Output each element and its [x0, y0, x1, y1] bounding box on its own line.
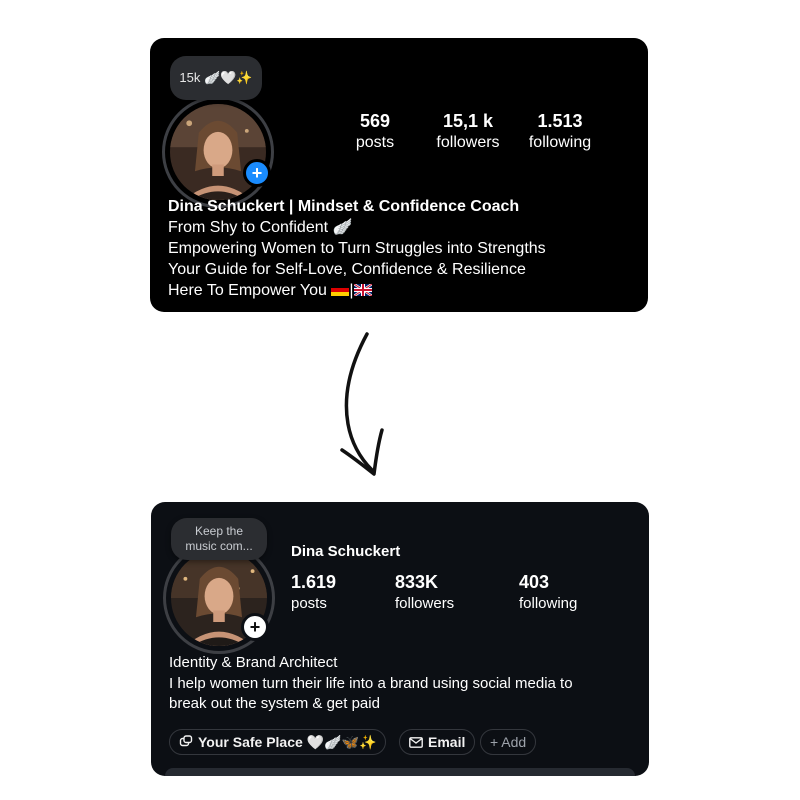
profile-note-line-2: music com... [185, 539, 253, 553]
add-link-button[interactable]: + Add [480, 729, 537, 755]
stat-posts-label: posts [291, 595, 327, 612]
add-story-button[interactable]: + [243, 159, 271, 187]
bio-line-2: I help women turn their life into a bran… [169, 674, 573, 692]
bio-line-4-text: Here To Empower You [168, 282, 327, 299]
profile-bio: Dina Schuckert | Mindset & Confidence Co… [168, 196, 546, 301]
stat-followers[interactable]: 15,1 k followers [426, 111, 510, 152]
profile-card-after: + Keep the music com... Dina Schuckert 1… [151, 502, 649, 776]
bio-line-1: Identity & Brand Architect [169, 654, 338, 671]
stat-posts-value: 569 [359, 111, 391, 131]
profile-note-text: 15k 🪽🤍✨ [179, 70, 253, 85]
stat-posts-label: posts [355, 134, 395, 151]
community-link-button[interactable]: Your Safe Place 🤍🪽🦋✨ [169, 729, 387, 755]
germany-flag-icon [331, 284, 350, 296]
profile-action-bar[interactable] [165, 768, 635, 776]
email-button[interactable]: Email [399, 729, 476, 755]
profile-note-bubble[interactable]: Keep the music com... [171, 518, 267, 560]
profile-card-before: + 15k 🪽🤍✨ 569 posts 15,1 k followers 1.5… [150, 38, 648, 312]
mail-icon [409, 736, 423, 748]
stat-following-value: 1.513 [537, 111, 583, 131]
stat-posts[interactable]: 569 posts [345, 111, 405, 152]
bio-line-1: From Shy to Confident 🪽 [168, 219, 353, 236]
bio-line-2: Empowering Women to Turn Struggles into … [168, 240, 546, 257]
stat-posts[interactable]: 1.619 posts [291, 572, 336, 612]
stat-followers[interactable]: 833K followers [395, 572, 454, 612]
bio-line-3: Your Guide for Self-Love, Confidence & R… [168, 261, 526, 278]
profile-name-line: Dina Schuckert | Mindset & Confidence Co… [168, 198, 520, 215]
arrow-down-icon [340, 332, 384, 476]
stat-followers-label: followers [436, 134, 500, 151]
bio-line-3: break out the system & get paid [169, 695, 380, 712]
uk-flag-icon [353, 284, 372, 296]
stat-following-label: following [519, 595, 578, 612]
add-link-label: + Add [490, 734, 527, 750]
bio-line-4: Here To Empower You | [168, 280, 546, 301]
stat-following[interactable]: 403 following [519, 572, 577, 612]
profile-bio: Identity & Brand Architect I help women … [169, 653, 573, 715]
profile-note-line-1: Keep the [194, 524, 244, 538]
stat-following[interactable]: 1.513 following [520, 111, 600, 152]
profile-avatar[interactable] [162, 96, 274, 208]
display-name: Dina Schuckert [291, 543, 401, 560]
stat-posts-value: 1.619 [291, 572, 337, 592]
stat-followers-value: 833K [395, 572, 439, 592]
stat-following-label: following [528, 134, 592, 151]
add-story-button[interactable]: + [241, 613, 269, 641]
profile-note-bubble[interactable]: 15k 🪽🤍✨ [170, 56, 262, 100]
stat-followers-label: followers [395, 595, 455, 612]
community-link-label: Your Safe Place 🤍🪽🦋✨ [198, 733, 377, 750]
stat-followers-value: 15,1 k [442, 111, 494, 131]
stat-following-value: 403 [519, 572, 550, 592]
email-button-label: Email [428, 734, 466, 750]
threads-chat-icon [179, 735, 193, 747]
